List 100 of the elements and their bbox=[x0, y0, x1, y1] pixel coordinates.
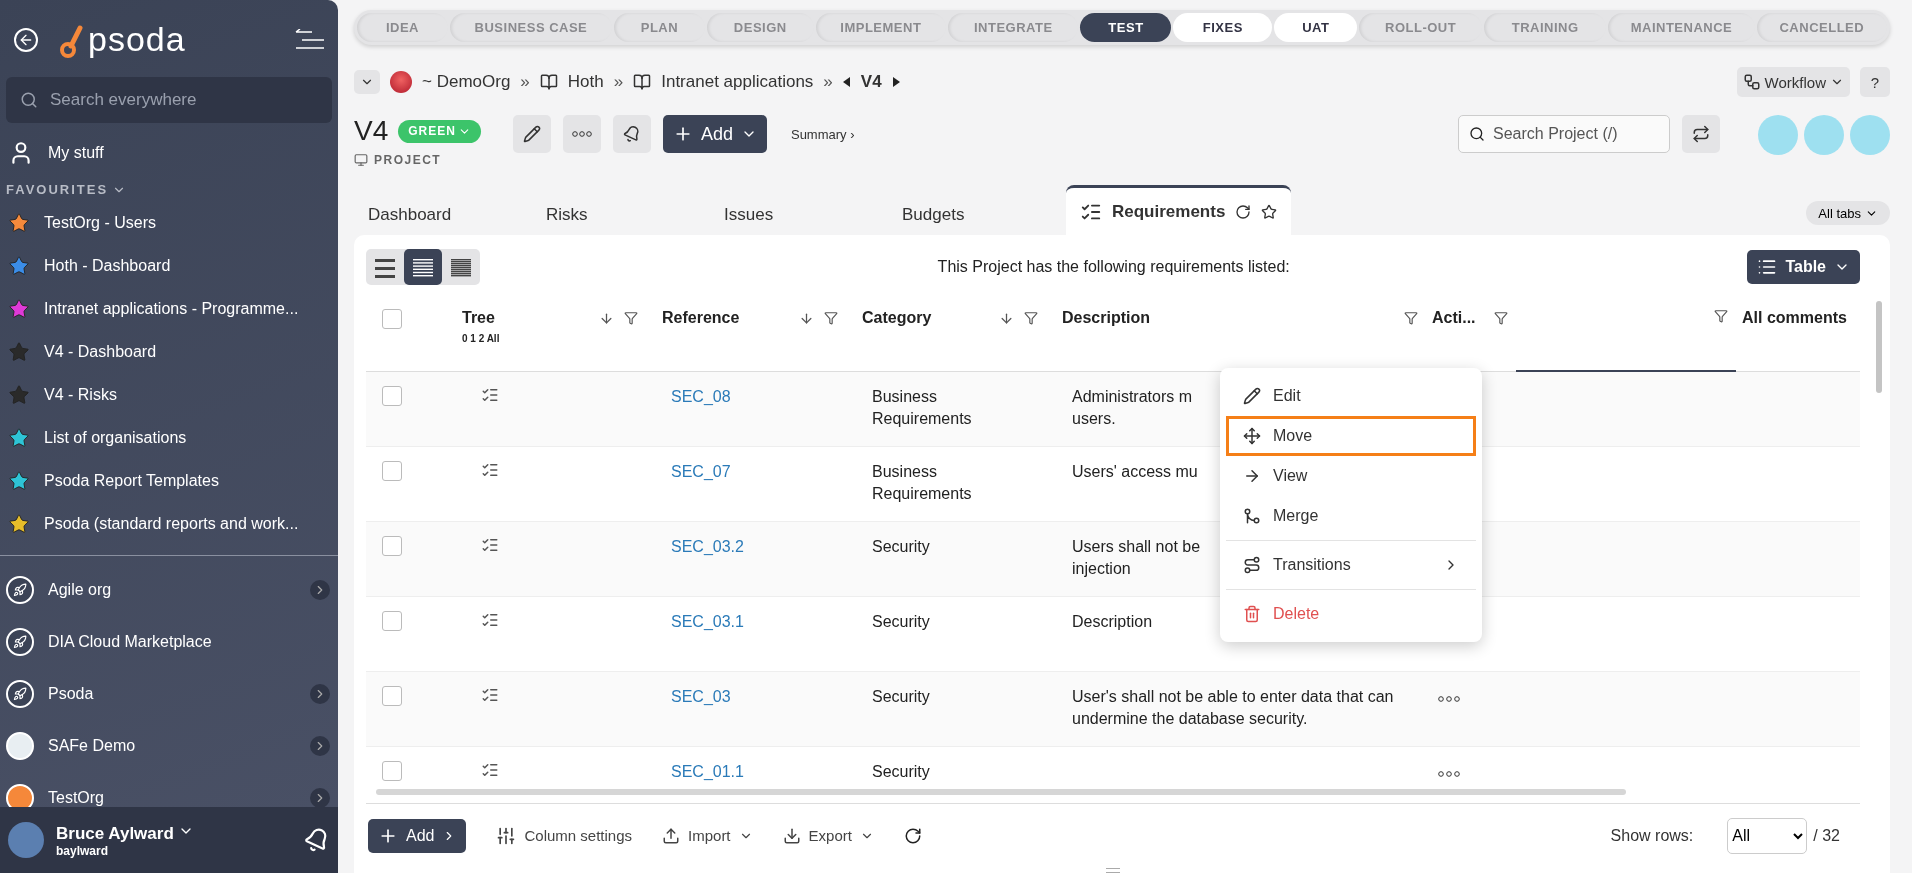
favourite-item[interactable]: List of organisations bbox=[0, 416, 338, 459]
workflow-button[interactable]: Workflow bbox=[1736, 67, 1850, 97]
reference-link[interactable]: SEC_01.1 bbox=[671, 762, 744, 780]
reference-link[interactable]: SEC_08 bbox=[671, 387, 731, 405]
filter-icon[interactable] bbox=[1404, 311, 1418, 325]
menu-item[interactable]: Transitions bbox=[1226, 545, 1476, 585]
organisation-item[interactable]: Agile org bbox=[0, 564, 338, 616]
organisation-logo-icon bbox=[6, 732, 34, 760]
filter-icon[interactable] bbox=[1494, 311, 1508, 325]
more-button[interactable] bbox=[562, 115, 601, 153]
tab[interactable]: Issues bbox=[710, 195, 888, 235]
chevron-right-icon[interactable] bbox=[310, 736, 330, 756]
breadcrumb-link[interactable]: Hoth bbox=[567, 72, 604, 92]
rows-select[interactable]: All bbox=[1727, 817, 1808, 854]
tree-level-links[interactable]: 0 1 2 All bbox=[462, 333, 500, 344]
all-tabs-button[interactable]: All tabs bbox=[1806, 201, 1890, 225]
organisation-item[interactable]: DIA Cloud Marketplace bbox=[0, 616, 338, 668]
chevron-right-icon[interactable] bbox=[310, 684, 330, 704]
breadcrumb-link[interactable]: ~ DemoOrg bbox=[422, 72, 511, 92]
column-header[interactable]: Category bbox=[862, 309, 932, 327]
phase-step[interactable]: FIXES bbox=[1173, 13, 1273, 42]
menu-item[interactable]: Delete bbox=[1226, 594, 1476, 634]
tab[interactable]: Dashboard bbox=[354, 195, 532, 235]
favourite-item[interactable]: TestOrg - Users bbox=[0, 201, 338, 244]
table-view-button[interactable]: Table bbox=[1747, 250, 1860, 284]
horizontal-scrollbar[interactable] bbox=[376, 789, 1626, 795]
favourite-item[interactable]: V4 - Dashboard bbox=[0, 330, 338, 373]
select-all-checkbox[interactable] bbox=[382, 309, 402, 329]
row-checkbox[interactable] bbox=[382, 385, 402, 406]
view-density-button[interactable] bbox=[404, 249, 442, 285]
row-checkbox[interactable] bbox=[382, 460, 402, 481]
resize-grip-icon[interactable] bbox=[1106, 867, 1120, 873]
search-field[interactable]: Search everywhere bbox=[6, 77, 332, 123]
import-button[interactable]: Import bbox=[662, 826, 753, 845]
previous-icon[interactable] bbox=[842, 77, 851, 87]
sidebar-item[interactable]: My stuff bbox=[0, 131, 338, 174]
next-icon[interactable] bbox=[891, 77, 900, 87]
dropdown-button[interactable] bbox=[354, 70, 380, 94]
organisation-item[interactable]: SAFe Demo bbox=[0, 720, 338, 772]
sort-arrow-icon[interactable] bbox=[599, 310, 614, 326]
row-checkbox[interactable] bbox=[382, 610, 402, 631]
help-button[interactable]: ? bbox=[1860, 67, 1890, 97]
column-settings-button[interactable]: Column settings bbox=[496, 825, 633, 846]
row-checkbox[interactable] bbox=[382, 760, 402, 781]
filter-icon[interactable] bbox=[1024, 310, 1038, 325]
sort-arrow-icon[interactable] bbox=[799, 310, 814, 326]
notify-button[interactable] bbox=[612, 115, 651, 153]
column-header[interactable]: All comments bbox=[1742, 309, 1847, 327]
phase-step[interactable]: UAT bbox=[1274, 13, 1358, 42]
add-button[interactable]: Add bbox=[368, 818, 467, 853]
more-dots-icon[interactable] bbox=[1438, 770, 1460, 777]
organisation-item[interactable]: Psoda bbox=[0, 668, 338, 720]
column-header[interactable]: Acti... bbox=[1432, 309, 1476, 327]
project-search-field[interactable]: Search Project (/) bbox=[1458, 115, 1670, 153]
summary-link[interactable]: Summary › bbox=[790, 127, 855, 142]
favourite-item[interactable]: Psoda Report Templates bbox=[0, 459, 338, 502]
vertical-scrollbar[interactable] bbox=[1876, 301, 1882, 393]
tab[interactable]: Budgets bbox=[888, 195, 1066, 235]
user-name[interactable]: Bruce Aylward bbox=[56, 823, 174, 843]
menu-item[interactable]: Move bbox=[1226, 416, 1476, 456]
sort-arrow-icon[interactable] bbox=[999, 310, 1014, 326]
row-total: / 32 bbox=[1813, 826, 1840, 845]
filter-icon[interactable] bbox=[824, 310, 838, 325]
edit-button[interactable] bbox=[512, 115, 551, 153]
menu-item[interactable]: Edit bbox=[1226, 376, 1476, 416]
favourite-item[interactable]: Psoda (standard reports and work... bbox=[0, 502, 338, 545]
column-header[interactable]: Description bbox=[1062, 309, 1150, 327]
trash-icon bbox=[1243, 605, 1261, 623]
swap-button[interactable] bbox=[1682, 115, 1720, 153]
favourite-item[interactable]: Hoth - Dashboard bbox=[0, 244, 338, 287]
more-dots-icon[interactable] bbox=[1438, 695, 1460, 702]
add-button[interactable]: Add bbox=[662, 115, 767, 153]
row-checkbox[interactable] bbox=[382, 685, 402, 706]
pencil-icon bbox=[1243, 387, 1261, 405]
reference-link[interactable]: SEC_03 bbox=[671, 687, 731, 705]
refresh-icon[interactable] bbox=[903, 826, 922, 845]
back-button[interactable] bbox=[14, 27, 38, 52]
chevron-right-icon[interactable] bbox=[310, 580, 330, 600]
column-header[interactable]: Tree bbox=[462, 309, 495, 327]
breadcrumb-link[interactable]: Intranet applications bbox=[661, 72, 814, 92]
breadcrumb-separator: » bbox=[823, 72, 833, 92]
reference-link[interactable]: SEC_03.1 bbox=[671, 612, 744, 630]
favourite-item[interactable]: V4 - Risks bbox=[0, 373, 338, 416]
row-checkbox[interactable] bbox=[382, 535, 402, 556]
favourite-item[interactable]: Intranet applications - Programme... bbox=[0, 287, 338, 330]
reference-link[interactable]: SEC_07 bbox=[671, 462, 731, 480]
reference-link[interactable]: SEC_03.2 bbox=[671, 537, 744, 555]
menu-item[interactable]: View bbox=[1226, 456, 1476, 496]
filter-icon[interactable] bbox=[1714, 309, 1728, 323]
tab[interactable]: Requirements bbox=[1066, 185, 1292, 235]
chevron-right-icon[interactable] bbox=[310, 788, 330, 807]
phase-step[interactable]: TEST bbox=[1080, 13, 1172, 42]
tab[interactable]: Risks bbox=[532, 195, 710, 235]
filter-icon[interactable] bbox=[624, 310, 638, 325]
download-icon bbox=[782, 826, 801, 845]
column-header[interactable]: Reference bbox=[662, 309, 740, 327]
menu-item[interactable]: Merge bbox=[1226, 496, 1476, 536]
export-button[interactable]: Export bbox=[782, 826, 874, 845]
menu-collapse-button[interactable] bbox=[294, 28, 324, 51]
user-avatar[interactable] bbox=[8, 822, 44, 858]
